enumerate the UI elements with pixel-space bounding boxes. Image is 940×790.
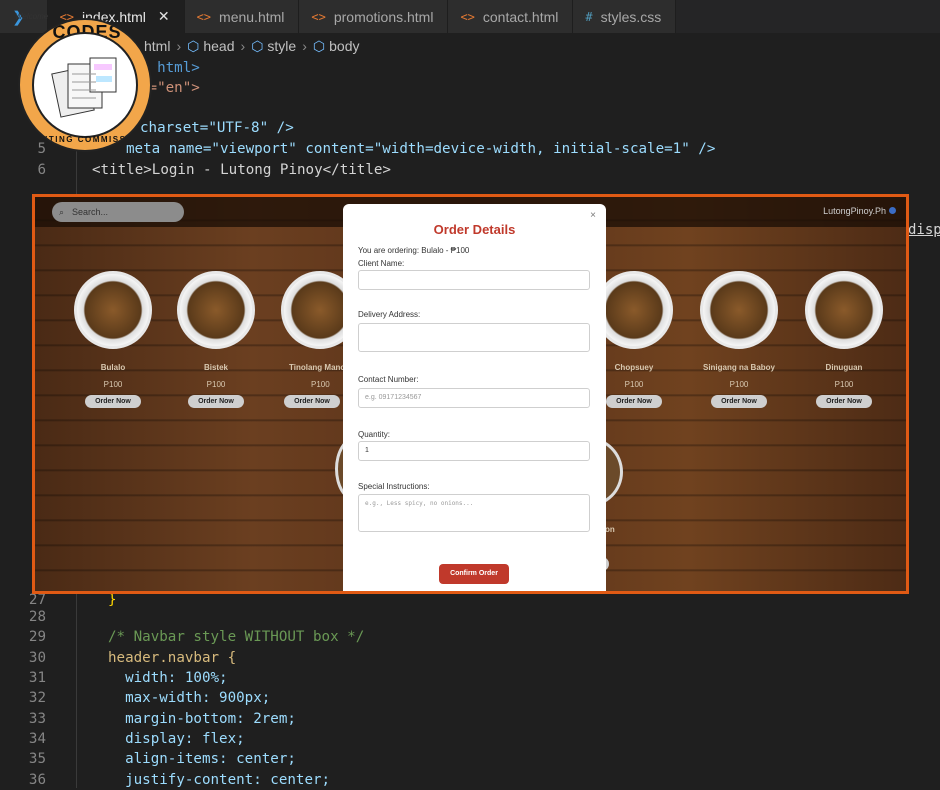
client-name-input[interactable] (358, 270, 590, 290)
website-preview: ⌕ Search... LutongPinoy.Ph Bulalo P100 O… (32, 194, 909, 594)
tab-menu-html[interactable]: <> menu.html (184, 0, 300, 33)
globe-icon (889, 207, 896, 214)
search-icon: ⌕ (59, 207, 65, 217)
code-line: 31 width: 100%; (28, 669, 228, 686)
contact-number-label: Contact Number: (358, 375, 419, 384)
order-now-button[interactable]: Order Now (284, 395, 340, 408)
site-brand: LutongPinoy.Ph (823, 206, 896, 216)
dish-card: Dinuguan P100 Order Now (799, 271, 889, 408)
dish-card: Bulalo P100 Order Now (68, 271, 158, 408)
code-fragment: disp (908, 222, 940, 238)
codes-badge-logo: CODES WRITING COMMISSION (18, 18, 152, 152)
code-line: 36 justify-content: center; (28, 771, 331, 788)
code-line: 6 <title>Login - Lutong Pinoy</title> (37, 161, 391, 178)
tab-promotions-html[interactable]: <> promotions.html (299, 0, 449, 33)
element-icon: ⬡ (312, 37, 326, 54)
dish-image (281, 271, 348, 349)
dish-card: Tinolang Manok P100 Order Now (276, 271, 348, 408)
code-line: 28 (28, 608, 46, 625)
special-instructions-textarea[interactable]: e.g., Less spicy, no onions... (358, 494, 590, 532)
close-tab-icon[interactable]: ✕ (158, 8, 170, 25)
dish-card: Bistek P100 Order Now (171, 271, 261, 408)
contact-number-input[interactable]: e.g. 09171234567 (358, 388, 590, 408)
dish-image (805, 271, 883, 349)
delivery-address-textarea[interactable] (358, 323, 590, 352)
client-name-label: Client Name: (358, 259, 405, 268)
breadcrumb-head[interactable]: head (203, 38, 234, 54)
order-now-button[interactable]: Order Now (188, 395, 244, 408)
tab-styles-css[interactable]: # styles.css (573, 0, 677, 33)
dish-image (700, 271, 778, 349)
code-line: 32 max-width: 900px; (28, 689, 271, 706)
dish-image (595, 271, 673, 349)
documents-icon (32, 32, 138, 138)
dish-name: on (605, 525, 615, 534)
code-line: 30 header.navbar { (28, 649, 237, 666)
html-file-icon: <> (460, 9, 475, 24)
chevron-right-icon: › (240, 38, 246, 54)
order-now-button[interactable]: Order Now (606, 395, 662, 408)
dish-image (74, 271, 152, 349)
site-search-input[interactable]: ⌕ Search... (52, 202, 184, 222)
quantity-input[interactable]: 1 (358, 441, 590, 461)
order-details-modal: × Order Details You are ordering: Bulalo… (343, 204, 606, 591)
tab-contact-html[interactable]: <> contact.html (448, 0, 574, 33)
order-now-button[interactable]: Order Now (816, 395, 872, 408)
delivery-address-label: Delivery Address: (358, 310, 421, 319)
close-icon[interactable]: × (590, 210, 596, 221)
code-line: 29/* Navbar style WITHOUT box */ (28, 628, 365, 645)
confirm-order-button[interactable]: Confirm Order (439, 564, 509, 584)
order-now-button[interactable]: Order Now (85, 395, 141, 408)
chevron-right-icon: › (176, 38, 182, 54)
element-icon: ⬡ (251, 37, 264, 54)
code-line: 35 align-items: center; (28, 750, 296, 767)
ordering-summary: You are ordering: Bulalo - ₱100 (358, 246, 470, 255)
chevron-right-icon: › (302, 38, 307, 54)
dish-card: Sinigang na Baboy P100 Order Now (694, 271, 784, 408)
breadcrumb-body[interactable]: body (329, 38, 359, 54)
code-line: 33 margin-bottom: 2rem; (28, 710, 296, 727)
quantity-label: Quantity: (358, 430, 391, 439)
html-file-icon: <> (311, 9, 326, 24)
breadcrumb-style[interactable]: style (267, 38, 296, 54)
element-icon: ⬡ (187, 37, 200, 54)
special-instructions-label: Special Instructions: (358, 482, 430, 491)
css-file-icon: # (585, 9, 593, 24)
dish-image (177, 271, 255, 349)
code-line: 34 display: flex; (28, 730, 245, 747)
html-file-icon: <> (196, 9, 212, 24)
modal-title: Order Details (433, 222, 516, 237)
order-now-button[interactable]: Order Now (711, 395, 767, 408)
